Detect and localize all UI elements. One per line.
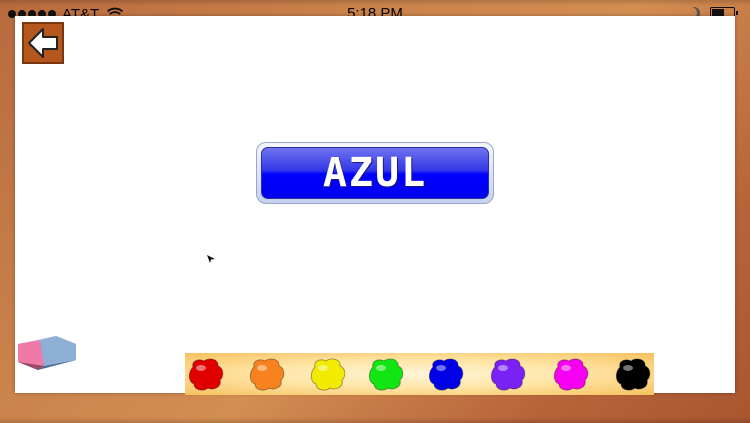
paint-swatch-blue[interactable] — [427, 357, 465, 391]
paint-swatch-black[interactable] — [614, 357, 652, 391]
paint-swatch-orange[interactable] — [248, 357, 286, 391]
color-name-banner: AZUL — [256, 142, 494, 204]
paint-swatch-red[interactable] — [187, 357, 225, 391]
paint-swatch-magenta[interactable] — [552, 357, 590, 391]
paint-swatch-purple[interactable] — [489, 357, 527, 391]
color-name-text: AZUL — [322, 150, 428, 196]
back-arrow-icon — [28, 28, 58, 58]
paint-swatch-yellow[interactable] — [309, 357, 347, 391]
back-button[interactable] — [22, 22, 64, 64]
eraser-icon[interactable] — [16, 332, 78, 372]
drawing-canvas[interactable] — [15, 16, 735, 393]
drawing-cursor-icon — [207, 255, 215, 263]
color-palette — [185, 353, 654, 395]
paint-swatch-green[interactable] — [367, 357, 405, 391]
